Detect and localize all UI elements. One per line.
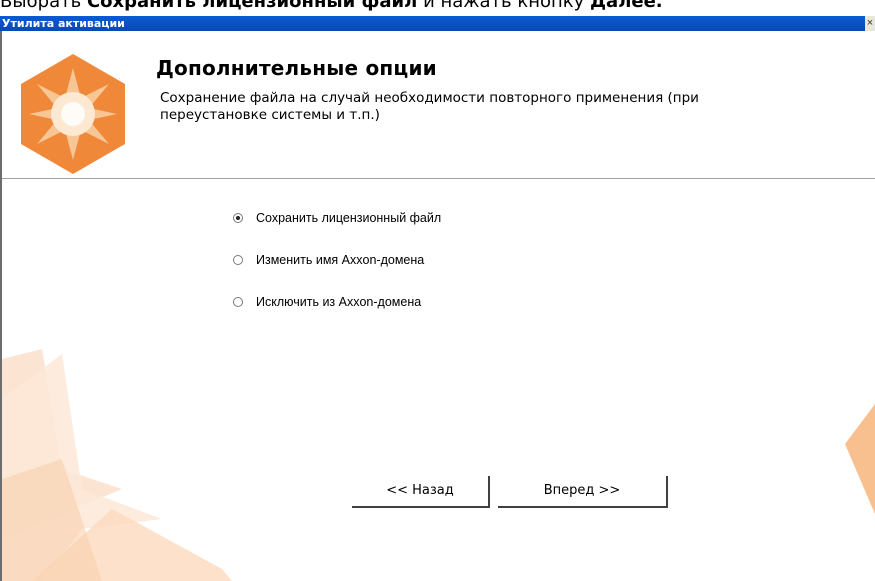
next-button[interactable]: Вперед >>	[498, 476, 668, 508]
doc-bold-button: Далее.	[590, 0, 663, 12]
page-title: Дополнительные опции	[156, 56, 437, 80]
decorative-star-left	[2, 349, 232, 581]
wizard-content: Сохранить лицензионный файл Изменить имя…	[2, 179, 875, 581]
back-button[interactable]: << Назад	[352, 476, 490, 508]
option-label: Изменить имя Axxon-домена	[256, 253, 425, 267]
radio-button-checked[interactable]	[233, 213, 243, 223]
doc-middle: и нажать кнопку	[417, 0, 591, 12]
doc-bold-option: Сохранить лицензионный файл	[86, 0, 418, 12]
radio-button[interactable]	[233, 255, 243, 265]
option-save-license-file[interactable]: Сохранить лицензионный файл	[233, 210, 441, 226]
page-description: Сохранение файла на случай необходимости…	[160, 90, 699, 123]
option-label: Сохранить лицензионный файл	[256, 211, 442, 225]
title-bar: Утилита активации ×	[0, 16, 875, 31]
doc-prefix: Выбрать	[0, 0, 87, 12]
axxon-logo-icon	[21, 54, 125, 174]
decorative-shape-right	[845, 404, 875, 514]
window-title: Утилита активации	[2, 17, 125, 30]
option-rename-domain[interactable]: Изменить имя Axxon-домена	[233, 252, 424, 268]
option-label: Исключить из Axxon-домена	[256, 295, 422, 309]
wizard-header: Дополнительные опции Сохранение файла на…	[2, 31, 875, 179]
document-text-fragment: Выбрать Сохранить лицензионный файл и на…	[0, 0, 875, 16]
activation-utility-window: Утилита активации × Дополнительные опции…	[0, 16, 875, 581]
radio-button[interactable]	[233, 297, 243, 307]
close-icon[interactable]: ×	[865, 16, 875, 31]
option-leave-domain[interactable]: Исключить из Axxon-домена	[233, 294, 421, 310]
